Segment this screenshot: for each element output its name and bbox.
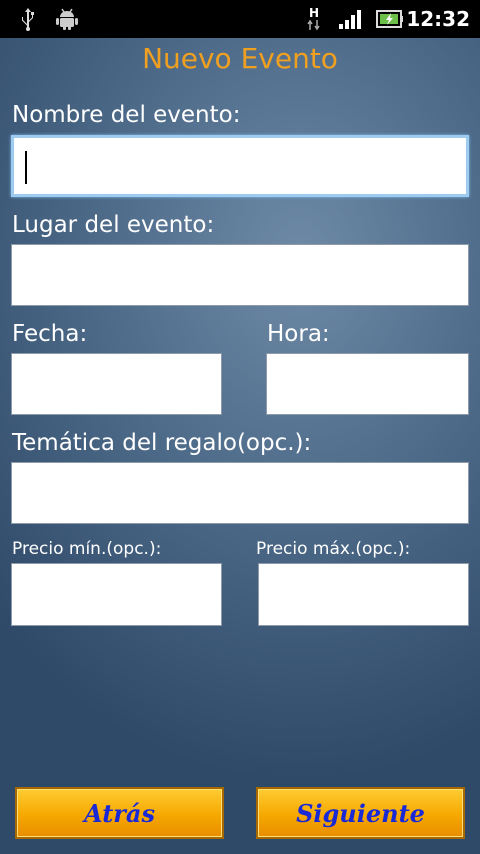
network-type-label: H [308,6,320,20]
signal-icon [336,0,364,38]
usb-icon [14,0,42,38]
min-price-label: Precio mín.(opc.): [12,539,162,559]
theme-field[interactable] [11,462,469,524]
next-button-label: Siguiente [296,798,425,828]
place-label: Lugar del evento: [12,212,215,238]
status-time: 12:32 [406,7,470,31]
status-bar: H 12:32 [0,0,480,38]
date-field[interactable] [11,353,222,415]
place-field[interactable] [11,244,469,306]
date-label: Fecha: [12,321,88,347]
back-button-label: Atrás [84,798,155,828]
android-debug-icon [52,0,82,38]
event-name-label: Nombre del evento: [12,102,241,128]
text-cursor [25,151,27,184]
data-transfer-icon: H [302,0,326,38]
page-title: Nuevo Evento [142,42,338,75]
time-field[interactable] [266,353,469,415]
max-price-field[interactable] [258,563,469,626]
theme-label: Temática del regalo(opc.): [12,430,312,456]
battery-icon [374,0,406,38]
max-price-label: Precio máx.(opc.): [256,539,411,559]
back-button[interactable]: Atrás [15,787,224,839]
next-button[interactable]: Siguiente [256,787,465,839]
time-label: Hora: [267,321,330,347]
min-price-field[interactable] [11,563,222,626]
event-name-field[interactable] [11,135,469,197]
